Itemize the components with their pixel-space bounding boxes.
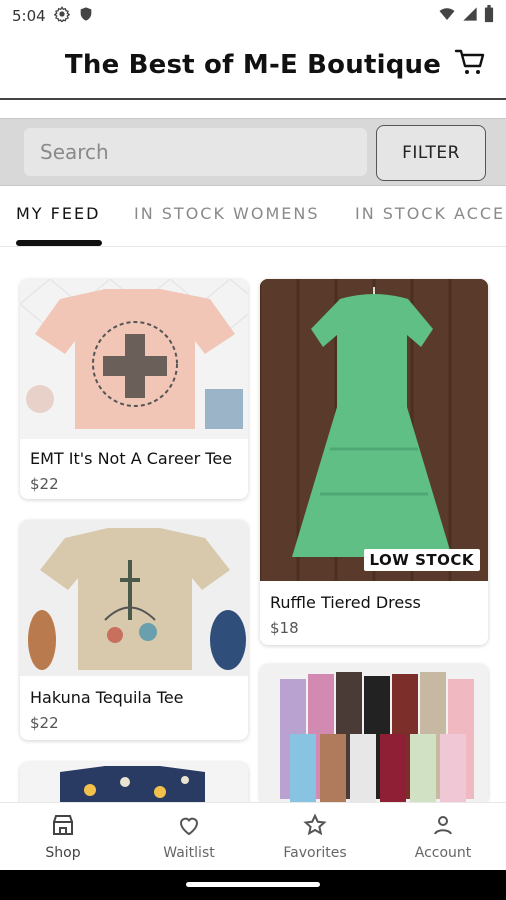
product-card-hakuna-tee[interactable]: Hakuna Tequila Tee $22: [20, 520, 248, 740]
tab-in-stock-accessories[interactable]: IN STOCK ACCE: [355, 204, 505, 223]
person-icon: [380, 813, 506, 841]
header-divider: [0, 98, 506, 100]
page-title: The Best of M-E Boutique: [64, 50, 442, 80]
app-header: The Best of M-E Boutique: [0, 32, 506, 98]
cart-icon[interactable]: [454, 46, 486, 78]
search-bar: Search FILTER: [0, 118, 506, 186]
product-image: [20, 520, 248, 676]
status-right: [438, 5, 494, 27]
product-title: EMT It's Not A Career Tee: [30, 449, 233, 468]
filter-button[interactable]: FILTER: [376, 125, 486, 181]
shield-icon: [78, 6, 94, 26]
gear-icon: [53, 6, 71, 26]
search-input[interactable]: Search: [24, 128, 367, 176]
product-title: Ruffle Tiered Dress: [270, 593, 421, 612]
product-price: $22: [30, 475, 59, 493]
wifi-icon: [438, 6, 456, 26]
nav-waitlist[interactable]: Waitlist: [126, 813, 252, 861]
nav-favorites-label: Favorites: [283, 845, 347, 861]
signal-icon: [462, 6, 478, 26]
bottom-nav: Shop Waitlist Favorites Account: [0, 802, 506, 871]
system-nav-bar: [0, 870, 506, 900]
store-icon: [0, 813, 126, 841]
product-image: LOW STOCK: [260, 279, 488, 581]
nav-favorites[interactable]: Favorites: [252, 813, 378, 861]
nav-shop-label: Shop: [45, 845, 81, 861]
status-left: 5:04: [12, 6, 94, 26]
product-image: [260, 664, 488, 804]
tab-bar: MY FEED IN STOCK WOMENS IN STOCK ACCE: [0, 186, 506, 246]
home-indicator[interactable]: [186, 882, 320, 887]
filter-label: FILTER: [402, 143, 460, 163]
nav-waitlist-label: Waitlist: [163, 845, 215, 861]
product-card-emt-tee[interactable]: EMT It's Not A Career Tee $22: [20, 279, 248, 499]
nav-account[interactable]: Account: [380, 813, 506, 861]
product-image: [20, 279, 248, 439]
search-placeholder: Search: [40, 140, 109, 164]
battery-icon: [484, 5, 494, 27]
status-bar: 5:04: [0, 0, 506, 32]
nav-account-label: Account: [414, 845, 472, 861]
product-card-colors-tee[interactable]: [260, 664, 488, 804]
product-card-ruffle-dress[interactable]: LOW STOCK Ruffle Tiered Dress $18: [260, 279, 488, 645]
tab-my-feed[interactable]: MY FEED: [16, 204, 100, 223]
star-icon: [252, 813, 378, 841]
tabs-divider: [0, 246, 506, 247]
tab-in-stock-womens[interactable]: IN STOCK WOMENS: [134, 204, 320, 223]
product-price: $22: [30, 714, 59, 732]
product-title: Hakuna Tequila Tee: [30, 688, 184, 707]
nav-shop[interactable]: Shop: [0, 813, 126, 861]
low-stock-badge: LOW STOCK: [363, 549, 480, 571]
product-price: $18: [270, 619, 299, 637]
heart-icon: [126, 813, 252, 841]
status-time: 5:04: [12, 7, 46, 25]
